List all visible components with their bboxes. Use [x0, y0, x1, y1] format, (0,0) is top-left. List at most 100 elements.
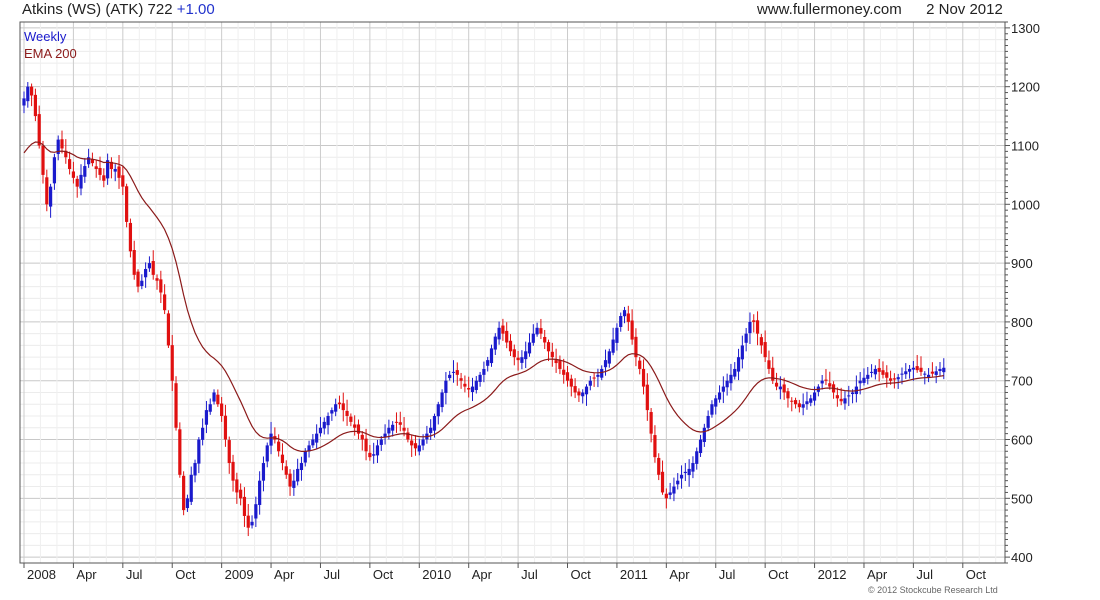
candle-body	[394, 421, 399, 423]
candle-body	[558, 360, 562, 369]
candle-body	[246, 515, 250, 528]
candle-body	[75, 178, 79, 187]
candle-body	[516, 357, 520, 361]
candle-body	[531, 333, 535, 343]
candle-body	[258, 480, 262, 505]
candle-body	[227, 440, 231, 464]
candle-body	[577, 391, 581, 396]
candle-body	[657, 457, 661, 475]
candle-body	[303, 451, 307, 463]
candle-body	[147, 263, 152, 269]
candle-body	[786, 391, 790, 399]
candle-body	[603, 360, 608, 368]
candle-body	[296, 468, 300, 482]
candle-body	[170, 345, 174, 381]
candle-body	[250, 521, 254, 526]
candle-body	[588, 380, 592, 386]
candle-body	[938, 368, 942, 371]
candle-body	[326, 415, 330, 426]
candle-body	[710, 404, 714, 415]
candle-body	[451, 371, 456, 373]
candle-body	[592, 377, 596, 379]
candle-body	[497, 327, 501, 340]
candle-body	[812, 392, 817, 401]
candle-body	[584, 386, 589, 395]
candle-body	[185, 498, 190, 509]
candle-body	[835, 395, 839, 399]
candle-body	[455, 370, 459, 375]
x-tick-label: Apr	[76, 567, 97, 582]
candle-body	[402, 427, 406, 431]
candle-body	[223, 415, 228, 440]
y-tick-label: 800	[1011, 315, 1033, 330]
candle-body	[892, 378, 896, 380]
candle-body	[410, 440, 414, 446]
candle-body	[687, 468, 691, 476]
candle-body	[763, 342, 767, 358]
candle-body	[448, 374, 452, 379]
candle-body	[725, 380, 729, 388]
candle-body	[288, 473, 292, 487]
candle-body	[907, 368, 912, 372]
x-tick-label: Jul	[521, 567, 538, 582]
candle-body	[691, 463, 695, 472]
candle-body	[793, 400, 798, 405]
candle-body	[353, 424, 357, 428]
candle-body	[596, 374, 600, 377]
price-chart: 400 500 600 700 800 900 1000 1100 1200 1300 2008 A…	[19, 21, 1040, 582]
candle-body	[778, 386, 782, 390]
candle-body	[242, 496, 247, 516]
candle-body	[261, 463, 266, 481]
x-tick-label: Oct	[768, 567, 789, 582]
candle-body	[782, 384, 786, 393]
candle-body	[482, 368, 486, 375]
plot-frame	[19, 21, 1006, 564]
candle-body	[478, 374, 482, 382]
candle-body	[79, 174, 83, 189]
candle-body	[140, 280, 144, 287]
candle-body	[125, 186, 129, 222]
x-tick-label: Oct	[966, 567, 987, 582]
candle-body	[189, 474, 193, 502]
candle-body	[166, 313, 171, 346]
candle-body	[83, 166, 87, 177]
candle-body	[683, 471, 687, 474]
x-tick-label: Apr	[274, 567, 295, 582]
candle-body	[489, 348, 494, 364]
x-tick-label: Oct	[175, 567, 196, 582]
x-tick-label: 2011	[620, 567, 648, 582]
candle-body	[535, 327, 539, 335]
candle-body	[695, 451, 699, 464]
candle-body	[26, 86, 30, 102]
candle-body	[611, 339, 615, 353]
candle-body	[660, 471, 665, 493]
candle-body	[98, 167, 102, 175]
candle-body	[128, 222, 133, 252]
candle-body	[915, 366, 919, 371]
x-axis: 2008 Apr Jul Oct 2009 Apr Jul Oct 2010 Apr Jul Oct 2…	[23, 563, 987, 582]
y-tick-label: 900	[1011, 256, 1033, 271]
candle-body	[235, 479, 239, 493]
candle-body	[641, 368, 646, 387]
candle-body	[858, 380, 862, 384]
x-tick-label: Jul	[916, 567, 933, 582]
candle-body	[49, 186, 53, 207]
candle-body	[197, 439, 201, 464]
candle-body	[615, 327, 619, 343]
candle-body	[843, 398, 847, 404]
candle-body	[733, 368, 737, 377]
candle-body	[486, 360, 490, 366]
candle-body	[45, 177, 49, 205]
candle-body	[896, 377, 900, 380]
candle-body	[926, 374, 931, 378]
candle-body	[562, 369, 566, 375]
candles	[22, 82, 946, 537]
candle-body	[71, 171, 76, 178]
x-tick-label: Jul	[323, 567, 340, 582]
candle-body	[440, 392, 444, 408]
candle-body	[934, 371, 938, 375]
candle-body	[698, 439, 703, 454]
candle-body	[375, 445, 380, 456]
candle-body	[759, 337, 763, 346]
candle-body	[322, 421, 326, 429]
